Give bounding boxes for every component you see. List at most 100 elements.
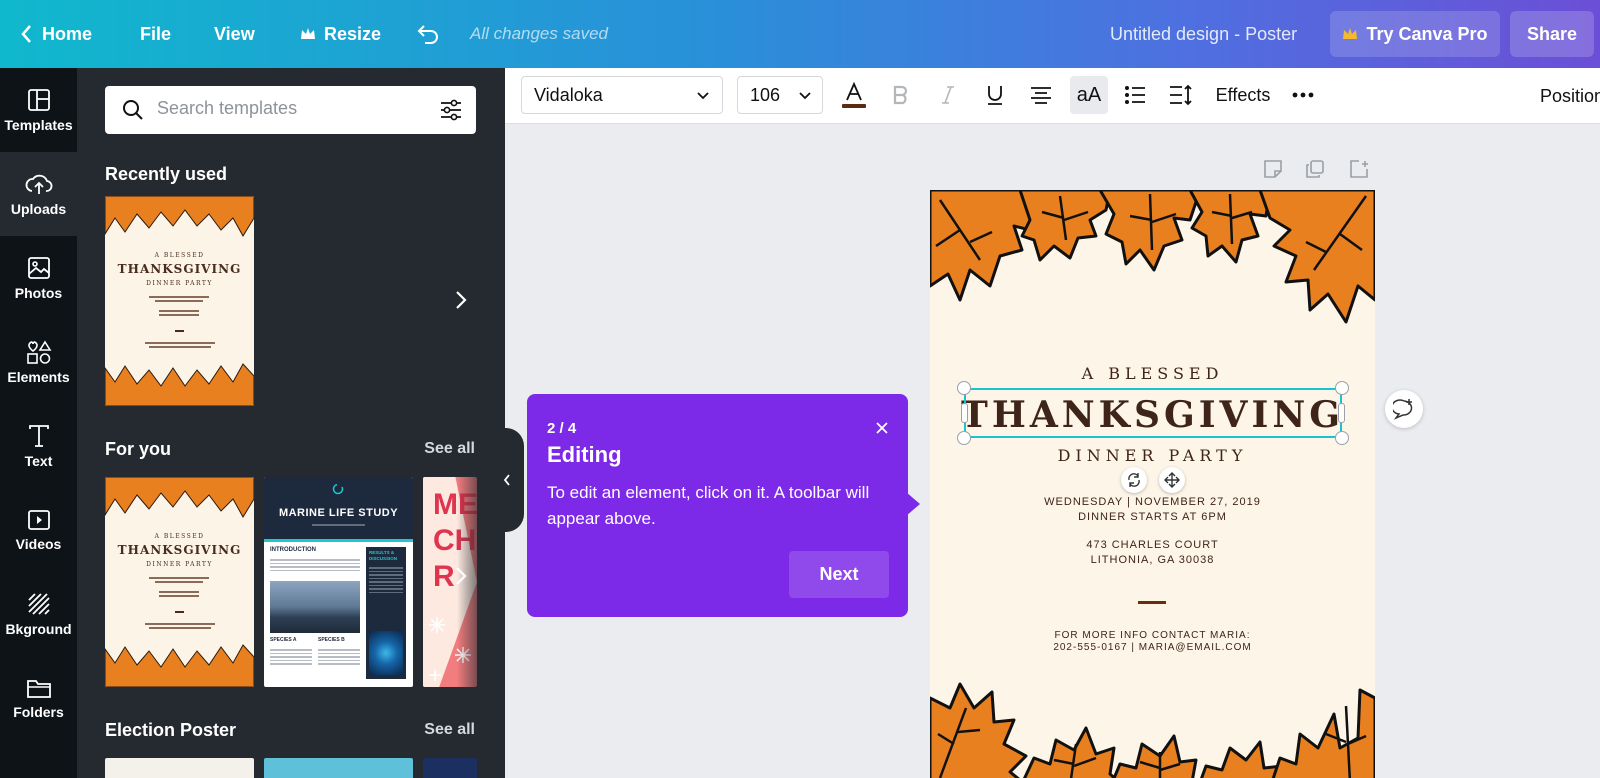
template-thumbnail-thanksgiving[interactable]: A BLESSED THANKSGIVING DINNER PARTY xyxy=(105,477,254,687)
view-menu[interactable]: View xyxy=(214,0,255,68)
align-center-button[interactable] xyxy=(1023,76,1059,114)
document-title[interactable]: Untitled design - Poster xyxy=(1110,0,1297,68)
recently-used-next-arrow[interactable] xyxy=(447,286,475,314)
rail-item-photos[interactable]: Photos xyxy=(0,236,77,320)
for-you-next-arrow[interactable] xyxy=(447,562,475,590)
thumbnail-background: A BLESSED THANKSGIVING DINNER PARTY xyxy=(105,477,254,687)
underline-button[interactable] xyxy=(977,76,1013,114)
leaf-border-bottom-graphic xyxy=(105,363,254,406)
resize-handle-bottom-right[interactable] xyxy=(1335,431,1349,445)
rail-item-folders[interactable]: Folders xyxy=(0,656,77,740)
rail-item-text[interactable]: Text xyxy=(0,404,77,488)
poster-date[interactable]: WEDNESDAY | NOVEMBER 27, 2019 xyxy=(930,496,1375,508)
thumb-text-lines xyxy=(145,340,215,350)
list-button[interactable] xyxy=(1117,76,1153,114)
marine-text-block xyxy=(318,647,360,667)
resize-handle-top-left[interactable] xyxy=(957,381,971,395)
file-menu[interactable]: File xyxy=(140,0,171,68)
section-title-for-you: For you xyxy=(105,439,171,459)
poster-line-dinner-party[interactable]: DINNER PARTY xyxy=(930,446,1375,465)
tooltip-next-button[interactable]: Next xyxy=(789,551,889,598)
rotate-handle[interactable] xyxy=(1121,467,1147,493)
marine-sidebar: RESULTS & DISCUSSION xyxy=(366,547,406,679)
view-label: View xyxy=(214,23,255,44)
text-icon xyxy=(28,424,49,447)
poster-address-line-2[interactable]: LITHONIA, GA 30038 xyxy=(930,554,1375,566)
resize-handle-left[interactable] xyxy=(961,403,968,423)
photo-icon xyxy=(27,256,50,279)
resize-handle-right[interactable] xyxy=(1338,403,1345,423)
leaf-border-bottom-graphic xyxy=(105,644,254,687)
resize-handle-top-right[interactable] xyxy=(1335,381,1349,395)
rail-label: Text xyxy=(24,452,53,469)
tooltip-step-counter: 2 / 4 xyxy=(547,420,577,437)
leaf-border-top-graphic xyxy=(930,190,1375,324)
crown-icon xyxy=(301,28,315,39)
selection-box xyxy=(964,388,1342,438)
more-options-button[interactable] xyxy=(1285,76,1321,114)
home-button[interactable]: Home xyxy=(20,0,92,68)
letter-case-button[interactable]: aA xyxy=(1070,76,1108,114)
italic-button[interactable] xyxy=(930,76,966,114)
resize-handle-bottom-left[interactable] xyxy=(957,431,971,445)
align-center-icon xyxy=(1031,87,1051,104)
add-note-button[interactable] xyxy=(1260,156,1286,182)
design-canvas[interactable]: A BLESSED THANKSGIVING DINNER PARTY WEDN… xyxy=(930,190,1375,778)
poster-info-line-2[interactable]: 202-555-0167 | MARIA@EMAIL.COM xyxy=(930,642,1375,653)
chevron-down-icon xyxy=(697,92,709,100)
add-comment-button[interactable] xyxy=(1385,390,1423,428)
thumb-line-3: DINNER PARTY xyxy=(146,561,213,568)
add-page-button[interactable] xyxy=(1346,156,1372,182)
template-thumbnail-election-3[interactable] xyxy=(423,758,477,778)
spacing-button[interactable] xyxy=(1163,76,1199,114)
rail-item-background[interactable]: Bkground xyxy=(0,572,77,656)
rail-item-templates[interactable]: Templates xyxy=(0,68,77,152)
poster-address-line-1[interactable]: 473 CHARLES COURT xyxy=(930,539,1375,551)
template-thumbnail-election-1[interactable] xyxy=(105,758,254,778)
onboarding-tooltip: 2 / 4 Editing To edit an element, click … xyxy=(527,394,908,617)
rail-label: Elements xyxy=(7,368,70,385)
bold-button[interactable] xyxy=(883,76,919,114)
undo-button[interactable] xyxy=(416,0,448,68)
poster-divider[interactable] xyxy=(1138,601,1166,604)
collapse-panel-button[interactable] xyxy=(490,428,524,532)
tooltip-close-button[interactable] xyxy=(872,418,892,438)
resize-button[interactable]: Resize xyxy=(300,0,381,68)
font-size-value: 106 xyxy=(750,84,781,105)
effects-button[interactable]: Effects xyxy=(1205,76,1281,114)
template-thumbnail-thanksgiving[interactable]: A BLESSED THANKSGIVING DINNER PARTY xyxy=(105,196,254,406)
election-poster-see-all-link[interactable]: See all xyxy=(424,721,475,739)
thumbnail-background: A BLESSED THANKSGIVING DINNER PARTY xyxy=(105,196,254,406)
poster-info-line-1[interactable]: FOR MORE INFO CONTACT MARIA: xyxy=(930,630,1375,641)
leaf-border-top-graphic xyxy=(105,196,254,237)
font-family-select[interactable]: Vidaloka xyxy=(521,76,723,114)
template-thumbnail-marine-life[interactable]: MARINE LIFE STUDY INTRODUCTION SPECIES A… xyxy=(264,477,413,687)
text-color-button[interactable] xyxy=(835,76,873,114)
section-title-election-poster: Election Poster xyxy=(105,720,237,740)
position-button[interactable]: Position xyxy=(1540,68,1600,124)
underline-icon xyxy=(988,86,1002,105)
filter-icon[interactable] xyxy=(439,99,463,121)
template-thumbnail-election-2[interactable] xyxy=(264,758,413,778)
thumb-line-3: DINNER PARTY xyxy=(146,280,213,287)
duplicate-page-button[interactable] xyxy=(1302,156,1328,182)
poster-time[interactable]: DINNER STARTS AT 6PM xyxy=(930,511,1375,523)
rail-item-elements[interactable]: Elements xyxy=(0,320,77,404)
section-title-recently-used: Recently used xyxy=(105,164,228,184)
move-handle[interactable] xyxy=(1159,467,1185,493)
file-label: File xyxy=(140,23,172,44)
rail-item-videos[interactable]: Videos xyxy=(0,488,77,572)
try-canva-pro-button[interactable]: Try Canva Pro xyxy=(1330,11,1500,57)
poster-line-a-blessed[interactable]: A BLESSED xyxy=(930,364,1375,383)
line-spacing-icon xyxy=(1170,84,1192,106)
rail-item-uploads[interactable]: Uploads xyxy=(0,152,77,236)
add-page-icon xyxy=(1350,160,1368,178)
font-size-select[interactable]: 106 xyxy=(737,76,823,114)
rail-label: Folders xyxy=(13,703,64,720)
thumb-line-2: THANKSGIVING xyxy=(117,543,242,557)
for-you-see-all-link[interactable]: See all xyxy=(424,440,475,458)
search-input[interactable] xyxy=(157,98,427,119)
top-bar: Home File View Resize All changes saved … xyxy=(0,0,1600,68)
rail-label: Templates xyxy=(4,116,73,133)
share-button[interactable]: Share xyxy=(1510,11,1594,57)
